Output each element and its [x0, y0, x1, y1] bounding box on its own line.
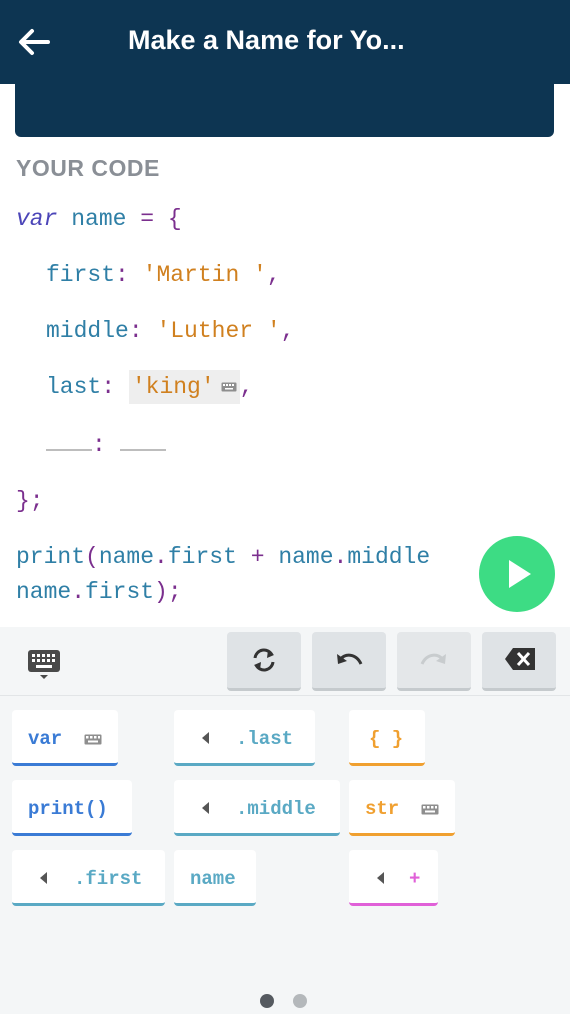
- dot: .: [154, 544, 168, 570]
- refresh-button[interactable]: [227, 632, 301, 691]
- chip-label: .first: [74, 868, 143, 890]
- code-line-4: last: 'king',: [46, 370, 254, 404]
- caret-left-icon: [202, 802, 209, 814]
- chip-last[interactable]: .last: [174, 710, 315, 766]
- comma: ,: [280, 318, 295, 344]
- refresh-icon: [253, 648, 275, 672]
- chip-label: print(): [28, 798, 108, 820]
- backspace-icon: [505, 648, 535, 670]
- chip-str[interactable]: str: [349, 780, 455, 836]
- identifier-name[interactable]: name: [71, 206, 126, 232]
- keyboard-icon: [84, 734, 102, 745]
- redo-icon: [420, 653, 446, 665]
- property-middle[interactable]: middle: [347, 544, 430, 570]
- chip-label: .last: [236, 728, 294, 750]
- colon: :: [101, 374, 116, 400]
- open-paren: (: [85, 544, 99, 570]
- fn-print[interactable]: print: [16, 544, 85, 570]
- string-king: 'king': [131, 374, 215, 400]
- property-first[interactable]: first: [168, 544, 237, 570]
- comma: ,: [266, 262, 281, 288]
- string-martin[interactable]: 'Martin ': [143, 262, 267, 288]
- caret-left-icon: [377, 872, 384, 884]
- chip-label: var: [28, 728, 63, 750]
- identifier-name[interactable]: name: [99, 544, 154, 570]
- code-line-2: first: 'Martin ',: [46, 262, 281, 288]
- blank-value-slot[interactable]: [119, 437, 166, 451]
- run-button[interactable]: [479, 536, 555, 612]
- code-line-1: var name = {: [16, 206, 182, 232]
- plus-operator[interactable]: +: [251, 544, 265, 570]
- chip-label: .middle: [236, 798, 316, 820]
- code-line-8: name.first);: [16, 579, 182, 605]
- code-line-6: };: [16, 488, 44, 514]
- chip-label: { }: [369, 728, 404, 750]
- chip-braces[interactable]: { }: [349, 710, 425, 766]
- dot: .: [333, 544, 348, 570]
- key-last[interactable]: last: [46, 374, 101, 400]
- section-label: YOUR CODE: [16, 155, 160, 181]
- keyboard-icon: [221, 382, 237, 392]
- dot: .: [71, 579, 86, 605]
- chip-print[interactable]: print(): [12, 780, 132, 836]
- keyword-var[interactable]: var: [16, 206, 57, 232]
- code-line-5: :: [46, 432, 166, 458]
- chip-name[interactable]: name: [174, 850, 256, 906]
- undo-icon: [337, 653, 363, 665]
- identifier-name[interactable]: name: [16, 579, 71, 605]
- code-line-3: middle: 'Luther ',: [46, 318, 295, 344]
- caret-left-icon: [202, 732, 209, 744]
- property-first[interactable]: first: [85, 579, 154, 605]
- selected-token[interactable]: 'king': [128, 370, 240, 404]
- delete-button[interactable]: [482, 632, 556, 691]
- caret-left-icon: [40, 872, 47, 884]
- code-line-7: print(name.first + name.middle: [16, 544, 430, 570]
- colon: :: [128, 318, 143, 344]
- comma: ,: [239, 374, 254, 400]
- key-first[interactable]: first: [46, 262, 115, 288]
- colon: :: [92, 432, 106, 458]
- identifier-name[interactable]: name: [278, 544, 333, 570]
- key-middle[interactable]: middle: [46, 318, 129, 344]
- chip-first[interactable]: .first: [12, 850, 165, 906]
- blank-key-slot[interactable]: [46, 437, 92, 451]
- back-arrow-icon[interactable]: [14, 22, 54, 62]
- chip-label: str: [365, 798, 400, 820]
- redo-button[interactable]: [397, 632, 471, 691]
- page-indicator-1[interactable]: [260, 994, 274, 1008]
- close-paren: );: [154, 579, 182, 605]
- string-luther[interactable]: 'Luther ': [156, 318, 280, 344]
- instructions-panel: [15, 84, 554, 137]
- undo-button[interactable]: [312, 632, 386, 691]
- close-brace: };: [16, 488, 44, 514]
- colon: :: [115, 262, 129, 288]
- chip-plus[interactable]: +: [349, 850, 438, 906]
- page-indicator-2[interactable]: [293, 994, 307, 1008]
- chip-label: name: [190, 868, 236, 890]
- chip-label: +: [409, 868, 421, 890]
- chip-middle[interactable]: .middle: [174, 780, 340, 836]
- play-icon: [509, 560, 531, 588]
- equals-sign: =: [140, 206, 155, 232]
- chip-var[interactable]: var: [12, 710, 118, 766]
- open-brace: {: [167, 206, 182, 232]
- page-title: Make a Name for Yo...: [128, 25, 405, 55]
- keyboard-toggle-icon[interactable]: [26, 646, 62, 682]
- keyboard-icon: [421, 804, 439, 815]
